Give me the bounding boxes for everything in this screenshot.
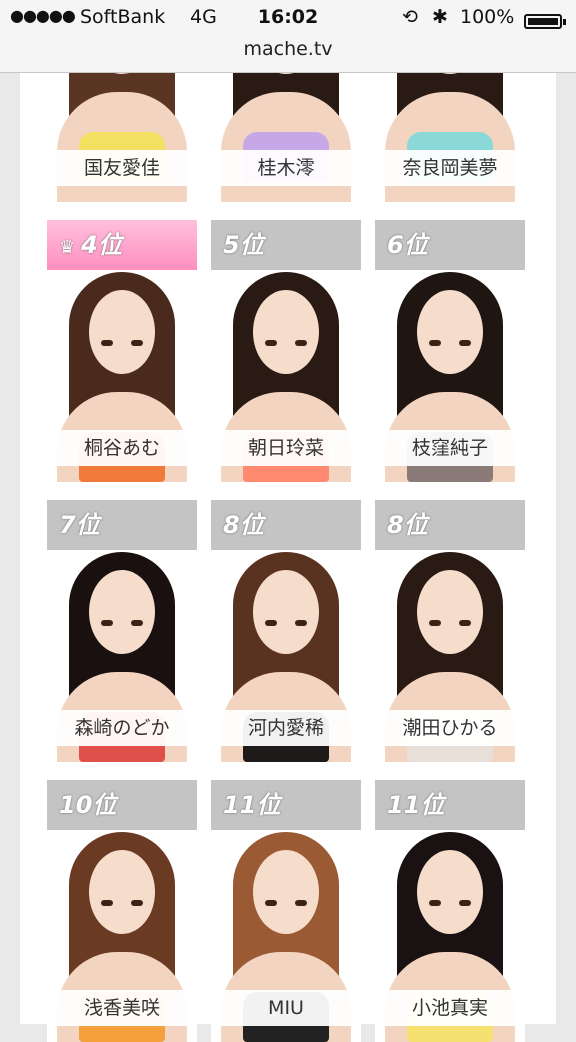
ranking-card[interactable]: ♛ 4位桐谷あむ: [47, 220, 197, 482]
rank-badge: 8位: [211, 500, 361, 550]
ranking-card[interactable]: 奈良岡美夢: [375, 72, 525, 202]
ranking-card[interactable]: 6位枝窪純子: [375, 220, 525, 482]
rank-label: 5位: [223, 231, 264, 259]
ranking-card[interactable]: 10位浅香美咲: [47, 780, 197, 1042]
crown-icon: ♛: [59, 237, 76, 258]
rank-label: 4位: [81, 231, 122, 259]
member-name: 浅香美咲: [55, 990, 189, 1026]
rank-badge: 11位: [375, 780, 525, 830]
battery-icon: [524, 14, 562, 29]
member-name: 桐谷あむ: [55, 430, 189, 466]
member-name: 潮田ひかる: [383, 710, 517, 746]
member-name: 枝窪純子: [383, 430, 517, 466]
rank-label: 10位: [59, 791, 117, 819]
rank-badge: 11位: [211, 780, 361, 830]
ranking-card[interactable]: 桂木澪: [211, 72, 361, 202]
member-name: 国友愛佳: [55, 150, 189, 186]
ranking-card[interactable]: 8位潮田ひかる: [375, 500, 525, 762]
rank-label: 8位: [223, 511, 264, 539]
rank-badge: 10位: [47, 780, 197, 830]
status-bar: ●●●●● SoftBank 4G 16:02 ⟲ ✱ 100% mache.t…: [0, 0, 576, 73]
rank-label: 11位: [387, 791, 445, 819]
member-name: 河内愛稀: [219, 710, 353, 746]
ranking-card[interactable]: 国友愛佳: [47, 72, 197, 202]
member-name: 森崎のどか: [55, 710, 189, 746]
member-name: 奈良岡美夢: [383, 150, 517, 186]
member-name: 桂木澪: [219, 150, 353, 186]
ranking-card[interactable]: 8位河内愛稀: [211, 500, 361, 762]
ranking-card[interactable]: 5位朝日玲菜: [211, 220, 361, 482]
rank-label: 8位: [387, 511, 428, 539]
member-name: MIU: [219, 990, 353, 1026]
ranking-card[interactable]: 11位小池真実: [375, 780, 525, 1042]
rank-label: 11位: [223, 791, 281, 819]
ranking-card[interactable]: 11位 MIU: [211, 780, 361, 1042]
rank-badge: 6位: [375, 220, 525, 270]
rank-badge: ♛ 4位: [47, 220, 197, 270]
rank-badge: 8位: [375, 500, 525, 550]
bluetooth-icon: ✱: [432, 6, 448, 28]
member-name: 朝日玲菜: [219, 430, 353, 466]
rank-badge: 7位: [47, 500, 197, 550]
rotation-lock-icon: ⟲: [402, 6, 418, 28]
member-name: 小池真実: [383, 990, 517, 1026]
battery-percent: 100%: [460, 6, 515, 28]
rank-label: 6位: [387, 231, 428, 259]
address-bar[interactable]: mache.tv: [0, 38, 576, 60]
rank-label: 7位: [59, 511, 100, 539]
ranking-page: 国友愛佳 桂木澪 奈良岡美夢 ♛ 4位 桐谷あむ 5位 朝日玲菜 6位 枝窪純子 7位 森崎のどか 8位…: [20, 0, 556, 1042]
ranking-card[interactable]: 7位森崎のどか: [47, 500, 197, 762]
rank-badge: 5位: [211, 220, 361, 270]
